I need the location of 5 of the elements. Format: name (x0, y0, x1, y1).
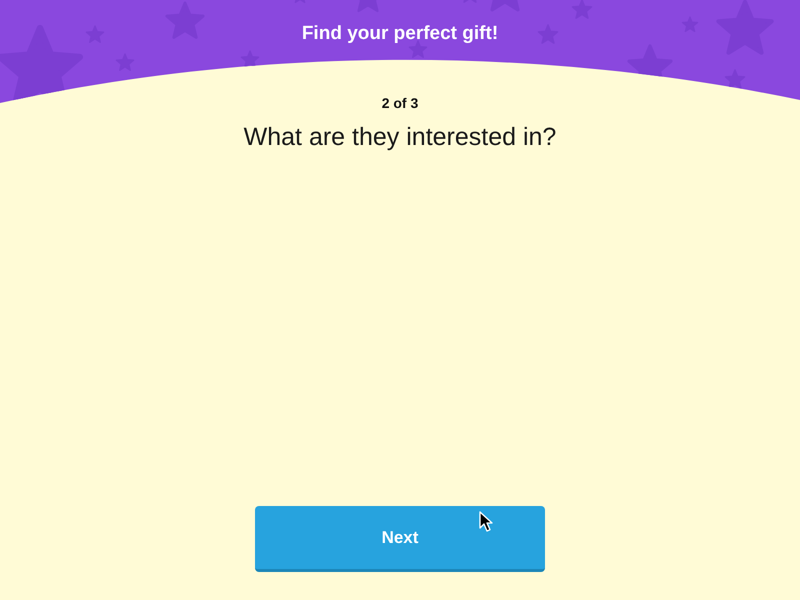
next-button[interactable]: Next (255, 506, 545, 572)
step-counter: 2 of 3 (382, 94, 418, 112)
header-title: Find your perfect gift! (302, 22, 498, 46)
question-text: What are they interested in? (244, 122, 556, 152)
mouse-pointer-icon (479, 511, 493, 532)
